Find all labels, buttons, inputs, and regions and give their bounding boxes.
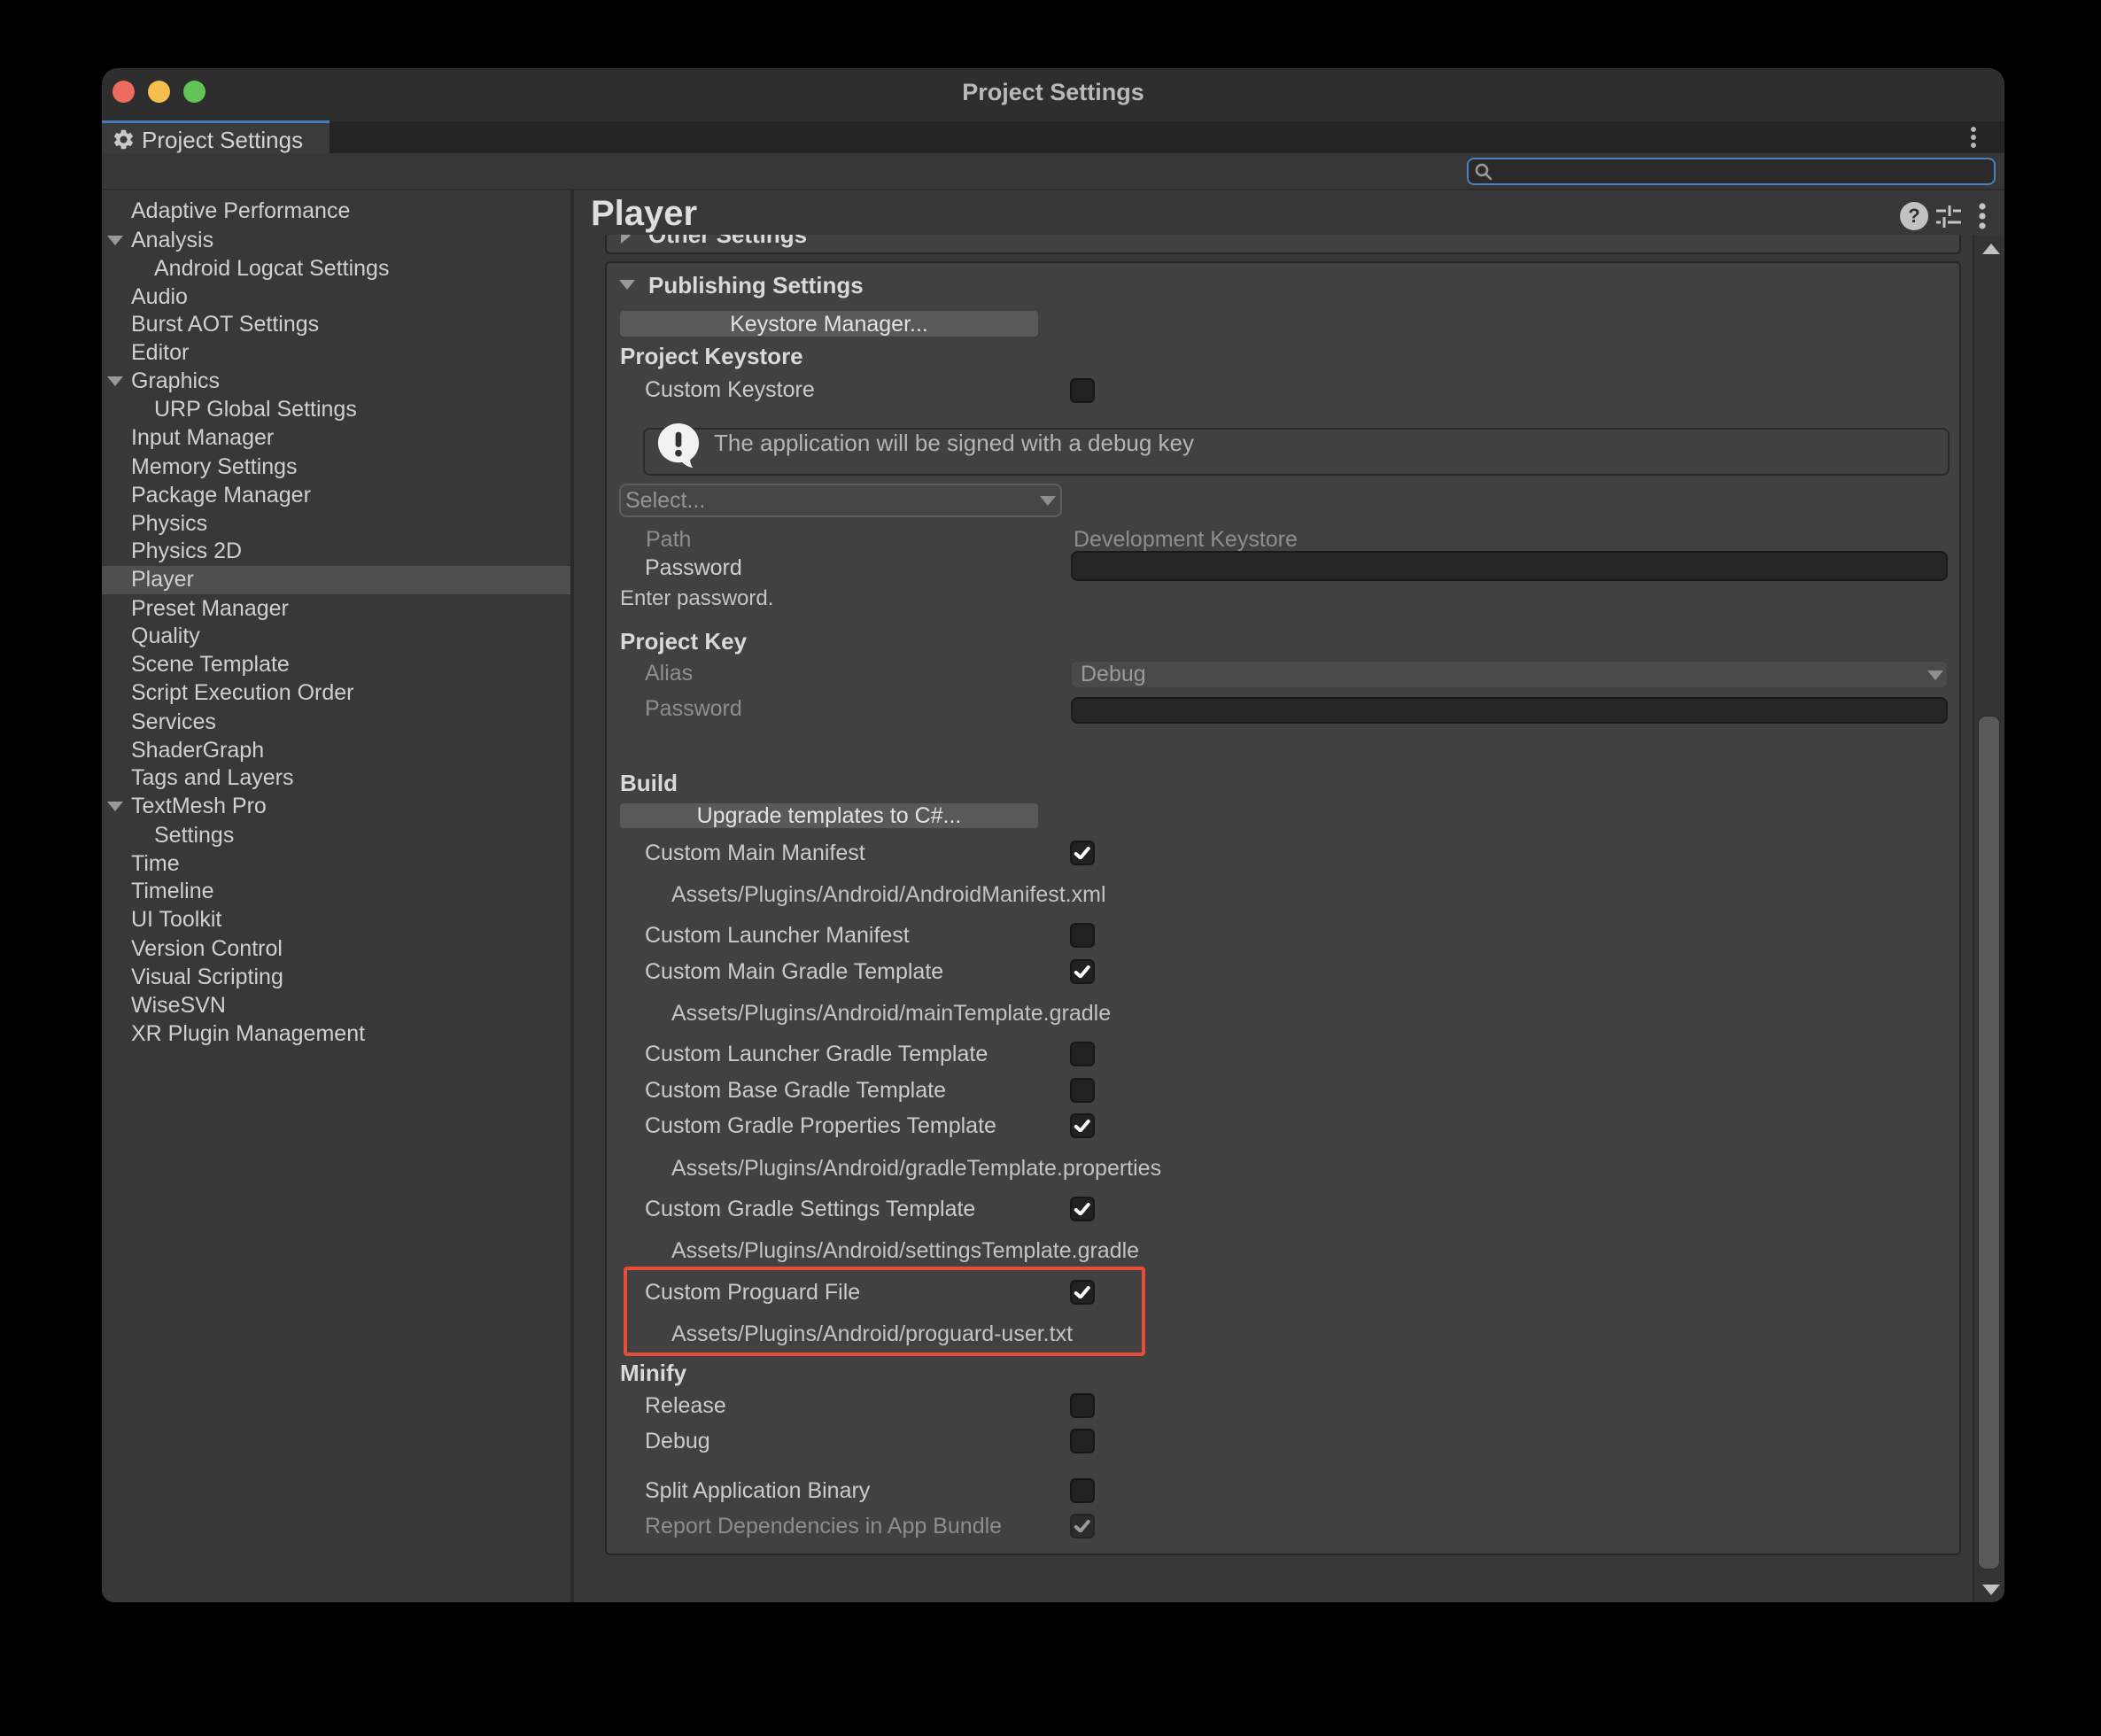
svg-text:?: ? (1908, 205, 1919, 227)
